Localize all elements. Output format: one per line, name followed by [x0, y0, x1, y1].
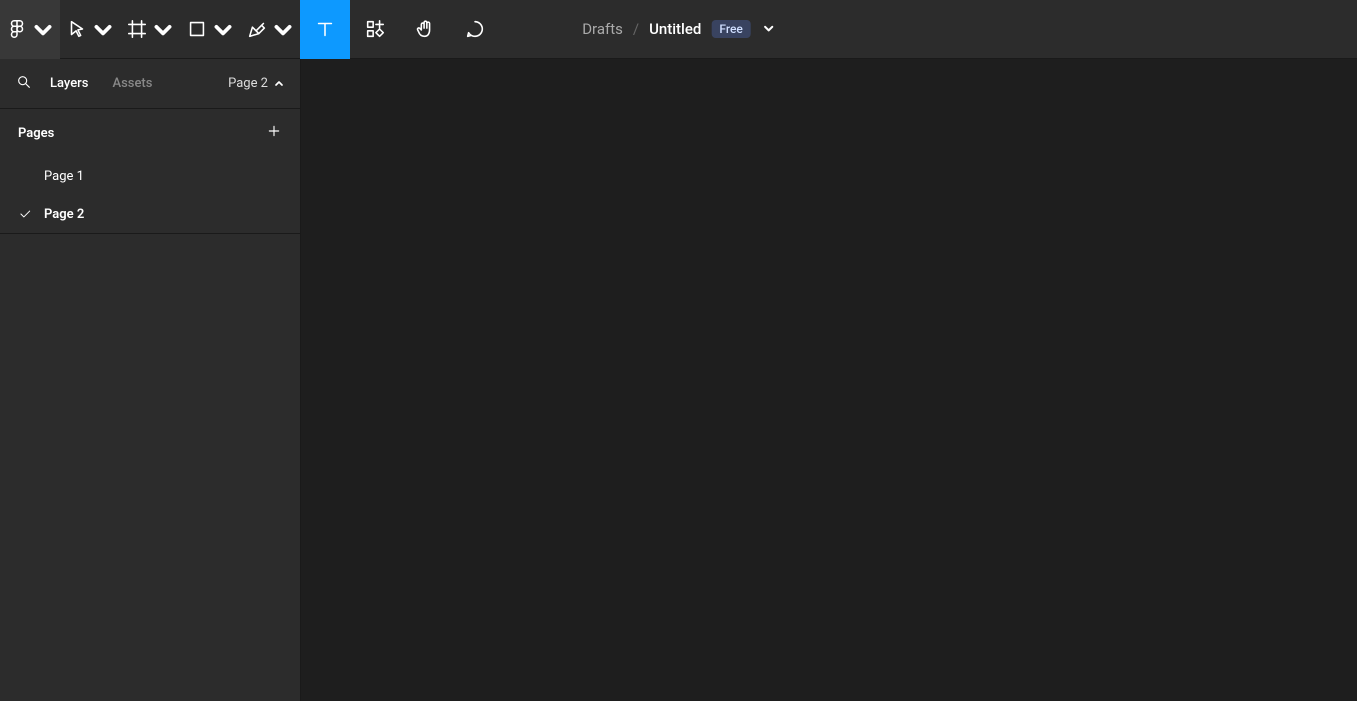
search-icon	[16, 74, 32, 90]
file-menu-button[interactable]	[763, 20, 775, 38]
breadcrumb-separator: /	[633, 20, 639, 38]
page-selector-label: Page 2	[228, 76, 268, 91]
toolbar-tools	[0, 0, 500, 58]
add-page-button[interactable]	[266, 123, 282, 143]
search-button[interactable]	[16, 74, 32, 94]
pages-section: Pages Page 1 Page 2	[0, 109, 300, 234]
page-item-1[interactable]: Page 1	[0, 157, 300, 195]
pen-tool-button[interactable]	[240, 0, 300, 59]
comment-tool-button[interactable]	[450, 0, 500, 59]
left-sidebar: Layers Assets Page 2 Pages Page 1	[0, 59, 301, 701]
tab-assets[interactable]: Assets	[110, 72, 154, 95]
breadcrumb: Drafts / Untitled Free	[582, 20, 775, 38]
resources-tool-button[interactable]	[350, 0, 400, 59]
plan-badge: Free	[711, 20, 750, 38]
frame-icon	[126, 18, 148, 40]
pages-header-label: Pages	[18, 126, 54, 141]
frame-tool-button[interactable]	[120, 0, 180, 59]
chevron-down-icon	[152, 18, 174, 40]
main-area: Layers Assets Page 2 Pages Page 1	[0, 59, 1357, 701]
pages-header: Pages	[0, 109, 300, 157]
page-item-label: Page 2	[44, 207, 84, 222]
cursor-icon	[66, 18, 88, 40]
chevron-down-icon	[763, 22, 775, 34]
chevron-down-icon	[272, 18, 294, 40]
comment-icon	[464, 18, 486, 40]
canvas[interactable]	[301, 59, 1357, 701]
toolbar: Drafts / Untitled Free	[0, 0, 1357, 59]
page-selector[interactable]: Page 2	[228, 76, 284, 91]
chevron-down-icon	[32, 18, 54, 40]
file-title[interactable]: Untitled	[649, 20, 701, 38]
shape-tool-button[interactable]	[180, 0, 240, 59]
move-tool-button[interactable]	[60, 0, 120, 59]
page-item-label: Page 1	[44, 169, 84, 184]
plus-icon	[266, 123, 282, 139]
main-menu-button[interactable]	[0, 0, 60, 59]
chevron-down-icon	[92, 18, 114, 40]
hand-icon	[414, 18, 436, 40]
chevron-up-icon	[274, 79, 284, 89]
hand-tool-button[interactable]	[400, 0, 450, 59]
rectangle-icon	[186, 18, 208, 40]
sidebar-tabs-row: Layers Assets Page 2	[0, 59, 300, 109]
chevron-down-icon	[212, 18, 234, 40]
tab-layers[interactable]: Layers	[48, 72, 90, 95]
resources-icon	[364, 18, 386, 40]
text-tool-button[interactable]	[300, 0, 350, 59]
page-item-2[interactable]: Page 2	[0, 195, 300, 233]
breadcrumb-folder[interactable]: Drafts	[582, 20, 623, 38]
text-icon	[314, 18, 336, 40]
figma-logo-icon	[6, 18, 28, 40]
pen-icon	[246, 18, 268, 40]
check-icon	[18, 207, 32, 221]
